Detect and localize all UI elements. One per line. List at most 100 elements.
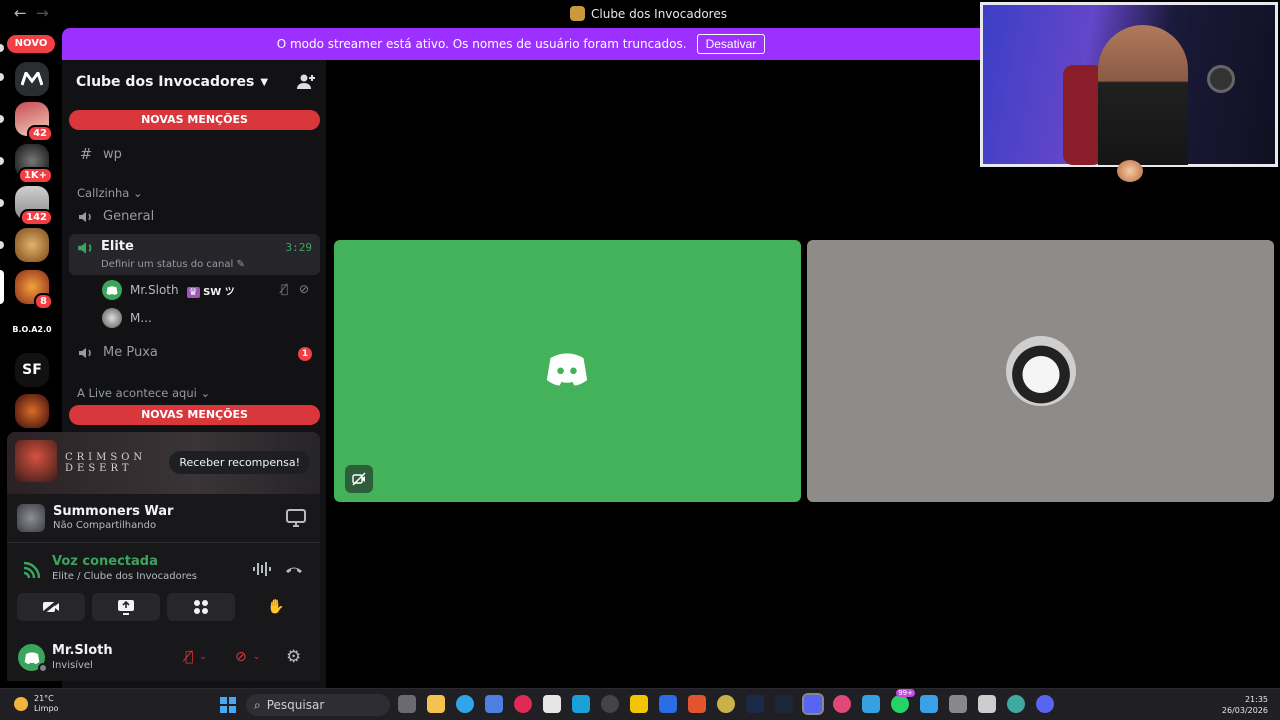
temperature: 21°C: [34, 694, 54, 703]
taskbar-clock[interactable]: 21:35 26/03/2026: [1222, 694, 1268, 716]
chevron-down-icon[interactable]: ⌄: [253, 652, 261, 662]
chevron-down-icon[interactable]: ⌄: [199, 652, 207, 662]
app-window-icon[interactable]: [978, 695, 996, 713]
steam-icon[interactable]: [775, 695, 793, 713]
server-4[interactable]: 142: [15, 186, 53, 226]
channel-wp[interactable]: # wp: [69, 145, 320, 163]
voice-user-m[interactable]: M...: [102, 308, 152, 328]
app-pin-icon[interactable]: [833, 695, 851, 713]
claim-reward-button[interactable]: Receber recompensa!: [169, 451, 310, 474]
category-callzinha[interactable]: Callzinha ⌄: [77, 186, 143, 200]
store-icon[interactable]: [485, 695, 503, 713]
whatsapp-icon[interactable]: 99+: [891, 689, 915, 713]
new-mentions-top-button[interactable]: NOVAS MENÇÕES: [69, 110, 320, 130]
discord-logo-icon: [546, 353, 588, 386]
mention-badge: 142: [20, 209, 53, 226]
settings-button[interactable]: ⚙: [286, 646, 301, 668]
globe-icon[interactable]: [1007, 695, 1025, 713]
soundboard-button[interactable]: ✋: [242, 593, 310, 621]
forward-arrow-icon[interactable]: →: [36, 4, 49, 22]
user-name[interactable]: Mr.Sloth: [52, 643, 113, 658]
disable-streamer-button[interactable]: Desativar: [696, 34, 766, 54]
share-screen-button[interactable]: [92, 593, 160, 621]
task-view-icon[interactable]: [398, 695, 416, 713]
edge-icon[interactable]: [456, 695, 474, 713]
channel-general[interactable]: General: [69, 209, 320, 224]
share-screen-icon[interactable]: [286, 509, 306, 527]
channel-status-prompt[interactable]: Definir um status do canal ✎: [101, 259, 245, 270]
clock-date: 26/03/2026: [1221, 706, 1268, 715]
speaker-icon: [79, 347, 91, 358]
signal-icon[interactable]: [21, 559, 43, 581]
windows-start-icon[interactable]: [220, 697, 236, 713]
weather-condition: Limpo: [34, 704, 59, 713]
server-tag-text: SW ツ: [203, 286, 235, 298]
invite-people-icon[interactable]: [296, 72, 316, 92]
camera-off-button[interactable]: [17, 593, 85, 621]
channel-elite[interactable]: Elite 3:29 Definir um status do canal ✎: [69, 234, 320, 275]
notepad-icon[interactable]: [543, 695, 561, 713]
streamer-webcam: [980, 2, 1278, 167]
speaker-icon: [79, 211, 91, 222]
calculator-icon[interactable]: [949, 695, 967, 713]
novo-badge[interactable]: NOVO: [7, 35, 55, 53]
photos-icon[interactable]: [920, 695, 938, 713]
guild-header[interactable]: Clube dos Invocadores ▼: [62, 60, 326, 104]
app-c-icon[interactable]: [572, 695, 590, 713]
voice-connected-label[interactable]: Voz conectada: [52, 554, 158, 569]
disconnect-icon[interactable]: [284, 560, 304, 578]
video-tile-m[interactable]: [807, 240, 1274, 502]
server-6[interactable]: 8: [15, 270, 53, 310]
chevron-down-icon: ⌄: [132, 186, 143, 200]
app-orange-icon[interactable]: [688, 695, 706, 713]
guild-icon: [570, 6, 585, 21]
game-promo-card: CRIMSON DESERT Receber recompensa!: [7, 432, 320, 494]
back-arrow-icon[interactable]: ←: [14, 4, 27, 22]
taskbar-search[interactable]: ⌕ Pesquisar: [246, 694, 390, 716]
server-3[interactable]: 1K+: [15, 144, 53, 184]
gear-icon: ⚙: [286, 647, 302, 667]
weather-widget[interactable]: 21°C Limpo: [14, 694, 58, 714]
unread-pill: [0, 44, 4, 52]
app-notes-icon[interactable]: [862, 695, 880, 713]
channel-label: Me Puxa: [103, 345, 158, 360]
server-sf[interactable]: SF: [15, 353, 49, 387]
noise-suppression-icon[interactable]: [252, 560, 272, 578]
obs-icon[interactable]: [601, 695, 619, 713]
file-explorer-icon[interactable]: [427, 695, 445, 713]
video-tile-mrsloth[interactable]: [334, 240, 801, 502]
server-9[interactable]: [15, 394, 49, 428]
server-2[interactable]: 42: [15, 102, 53, 142]
server-5[interactable]: [15, 228, 49, 262]
channel-label: General: [103, 209, 155, 224]
voice-channel-path[interactable]: Elite / Clube dos Invocadores: [52, 571, 197, 582]
discord-tray-icon[interactable]: [1036, 695, 1054, 713]
speaker-active-icon: [78, 242, 92, 254]
new-mentions-bottom-button[interactable]: NOVAS MENÇÕES: [69, 405, 320, 425]
mention-badge: 42: [27, 125, 53, 142]
unread-pill: [0, 73, 4, 81]
media-player-icon[interactable]: [514, 695, 532, 713]
category-live[interactable]: A Live acontece aqui ⌄: [77, 386, 210, 400]
activities-button[interactable]: [167, 593, 235, 621]
app-round-icon[interactable]: [717, 695, 735, 713]
voice-user-mrsloth[interactable]: Mr.Sloth ♛ SW ツ: [102, 280, 235, 300]
unread-count-badge: 1: [298, 347, 312, 361]
category-label: A Live acontece aqui: [77, 386, 197, 400]
webcam-pet-icon: [1117, 160, 1143, 182]
selected-pill: [0, 270, 4, 304]
activities-icon: [194, 600, 208, 614]
app-yellow-icon[interactable]: [630, 695, 648, 713]
camera-off-icon: [42, 600, 59, 614]
app-diamond-icon[interactable]: [659, 695, 677, 713]
server-boa[interactable]: B.O.A2.0: [12, 312, 52, 346]
channel-me-puxa[interactable]: Me Puxa: [69, 345, 320, 360]
server-mv[interactable]: [15, 62, 49, 96]
discord-taskbar-icon[interactable]: [802, 693, 824, 715]
pencil-icon: ✎: [236, 259, 245, 270]
server-tag: ♛ SW ツ: [186, 283, 235, 298]
photoshop-icon[interactable]: [746, 695, 764, 713]
mute-toggle[interactable]: 🎙̸ ⌄: [185, 646, 207, 668]
voice-user-name: M...: [130, 311, 152, 325]
deafen-toggle[interactable]: ⊘ ⌄: [235, 646, 260, 668]
